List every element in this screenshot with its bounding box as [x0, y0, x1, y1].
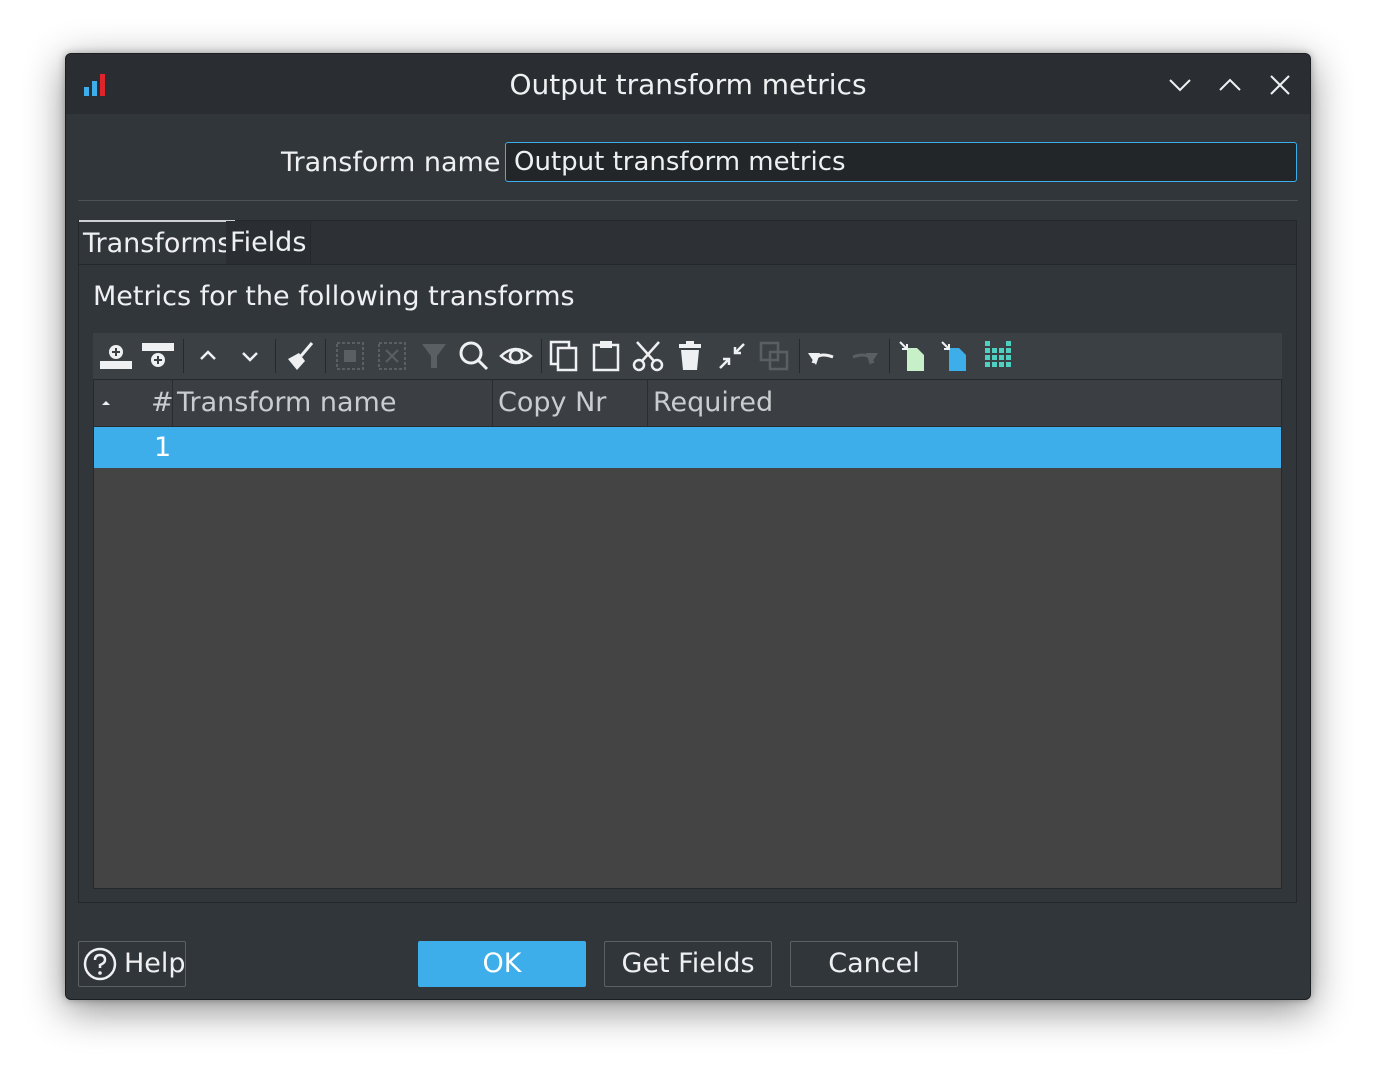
- paste-button[interactable]: [589, 339, 623, 373]
- toolbar-separator: [541, 339, 542, 373]
- toolbar-separator: [325, 339, 326, 373]
- column-grid-icon: [985, 341, 1011, 367]
- clear-selection-icon: [378, 342, 406, 370]
- export-file-icon: [941, 341, 966, 371]
- insert-row-before-icon: [100, 345, 132, 369]
- window-title: Output transform metrics: [509, 68, 867, 101]
- move-up-icon: [200, 350, 216, 360]
- redo-button[interactable]: [847, 339, 881, 373]
- toolbar-separator: [275, 339, 276, 373]
- column-header-required[interactable]: Required: [653, 380, 773, 426]
- column-header-number[interactable]: #: [151, 380, 174, 426]
- tab-folder: Transforms Fields Metrics for the follow…: [78, 220, 1297, 903]
- column-grid-button[interactable]: [983, 339, 1017, 373]
- chevron-down-icon: [1169, 79, 1191, 92]
- metrics-heading: Metrics for the following transforms: [93, 281, 575, 312]
- transform-name-input[interactable]: [505, 142, 1297, 182]
- clean-button[interactable]: [283, 339, 317, 373]
- show-icon: [499, 347, 533, 365]
- search-button[interactable]: [457, 339, 491, 373]
- transform-name-label: Transform name: [281, 147, 501, 178]
- insert-row-after-icon: [142, 343, 174, 367]
- copy-button[interactable]: [547, 339, 581, 373]
- delete-icon: [679, 341, 701, 370]
- cancel-button[interactable]: Cancel: [790, 941, 958, 987]
- tab-fields[interactable]: Fields: [226, 221, 312, 264]
- duplicate-button[interactable]: [757, 339, 791, 373]
- move-up-button[interactable]: [191, 339, 225, 373]
- cut-button[interactable]: [631, 339, 665, 373]
- maximize-button[interactable]: [1215, 70, 1245, 100]
- clear-selection-button[interactable]: [375, 339, 409, 373]
- duplicate-icon: [759, 341, 789, 371]
- filter-button[interactable]: [417, 339, 451, 373]
- show-button[interactable]: [499, 339, 533, 373]
- copy-icon: [549, 340, 578, 372]
- help-icon: [83, 947, 117, 981]
- sort-ascending-icon: [102, 401, 110, 405]
- redo-icon: [852, 353, 878, 365]
- select-all-button[interactable]: [333, 339, 367, 373]
- tab-transforms[interactable]: Transforms: [79, 220, 236, 264]
- paste-icon: [592, 341, 620, 372]
- transforms-table: # Transform name Copy Nr Required 1: [93, 379, 1282, 889]
- dialog-window: Output transform metrics Transform name …: [65, 53, 1311, 1000]
- chevron-up-icon: [1219, 78, 1241, 91]
- insert-row-before-button[interactable]: [99, 339, 133, 373]
- undo-button[interactable]: [805, 339, 839, 373]
- delete-button[interactable]: [673, 339, 707, 373]
- export-file-button[interactable]: [939, 339, 973, 373]
- import-file-icon: [899, 341, 924, 371]
- table-header: # Transform name Copy Nr Required: [94, 380, 1281, 427]
- insert-row-after-button[interactable]: [141, 339, 175, 373]
- toolbar-separator: [183, 339, 184, 373]
- minimize-button[interactable]: [1165, 70, 1195, 100]
- clean-icon: [288, 342, 314, 370]
- search-icon: [459, 341, 489, 371]
- column-header-transform-name[interactable]: Transform name: [177, 380, 396, 426]
- filter-icon: [422, 344, 446, 368]
- tab-strip: Transforms Fields: [79, 220, 1296, 265]
- keep-button[interactable]: [715, 339, 749, 373]
- move-down-button[interactable]: [233, 339, 267, 373]
- close-button[interactable]: [1265, 70, 1295, 100]
- row-number: 1: [154, 432, 172, 463]
- title-bar: Output transform metrics: [66, 54, 1310, 114]
- select-all-icon: [336, 342, 364, 370]
- column-header-copy-nr[interactable]: Copy Nr: [498, 380, 606, 426]
- column-divider: [492, 380, 493, 426]
- get-fields-button[interactable]: Get Fields: [604, 941, 772, 987]
- undo-icon: [808, 353, 834, 365]
- toolbar-separator: [889, 339, 890, 373]
- help-label: Help: [124, 948, 186, 979]
- column-divider: [172, 380, 173, 426]
- table-row[interactable]: 1: [94, 427, 1281, 468]
- column-divider: [647, 380, 648, 426]
- move-down-icon: [242, 352, 258, 362]
- toolbar-separator: [799, 339, 800, 373]
- import-file-button[interactable]: [897, 339, 931, 373]
- ok-button[interactable]: OK: [418, 941, 586, 987]
- keep-icon: [719, 343, 745, 369]
- close-icon: [1270, 75, 1290, 95]
- help-button[interactable]: Help: [78, 941, 186, 987]
- separator: [78, 200, 1298, 201]
- table-toolbar: [93, 333, 1282, 379]
- cut-icon: [632, 341, 664, 372]
